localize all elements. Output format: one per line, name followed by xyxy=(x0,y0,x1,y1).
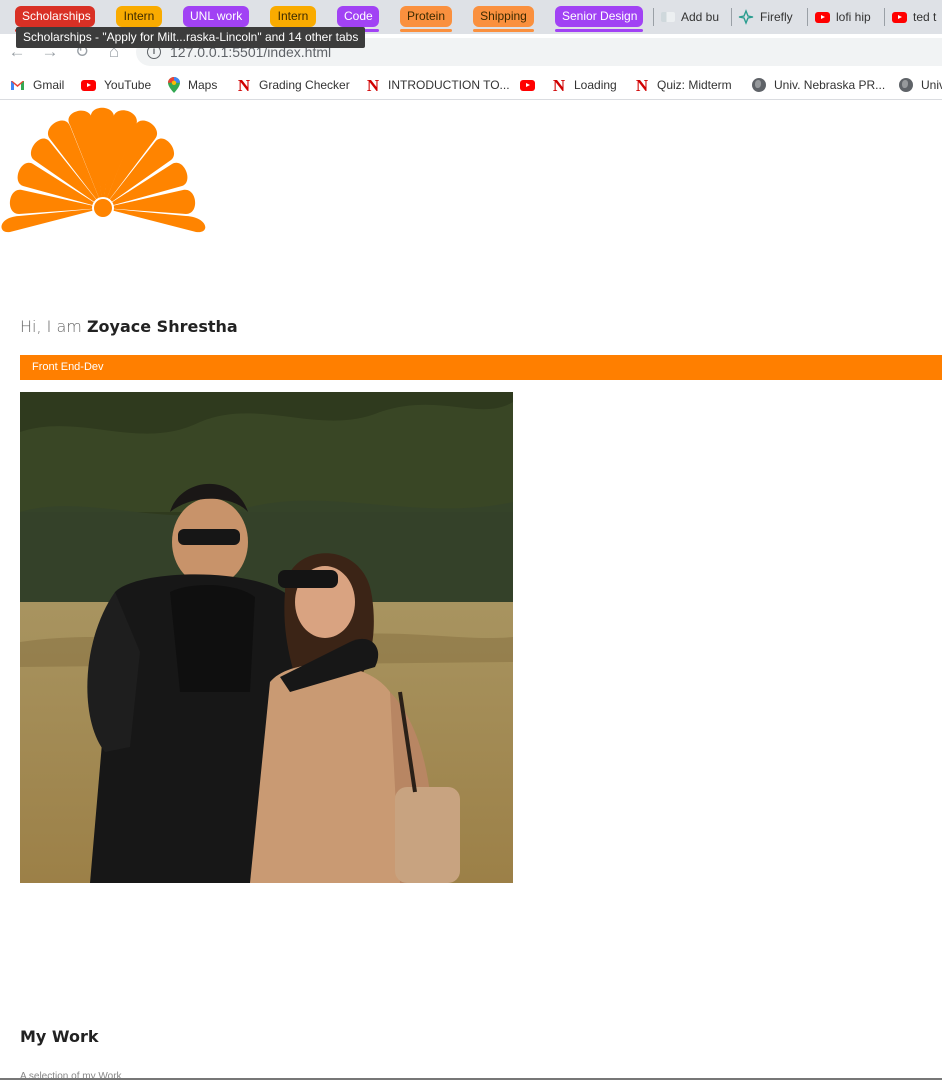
bookmark-introduction[interactable]: N INTRODUCTION TO... xyxy=(366,76,510,94)
tab-separator xyxy=(731,8,732,26)
bookmark-label: Quiz: Midterm xyxy=(657,78,732,92)
tab-separator xyxy=(653,8,654,26)
bookmark-maps[interactable]: Maps xyxy=(168,76,217,94)
doc-icon xyxy=(661,12,675,22)
bookmark-loading[interactable]: N Loading xyxy=(552,76,617,94)
profile-photo xyxy=(20,392,513,883)
tab-title: Firefly xyxy=(760,10,793,24)
hero-name: Zoyace Shrestha xyxy=(86,317,238,336)
tab-group-label: Senior Design xyxy=(562,9,638,23)
sunburst-logo xyxy=(1,107,206,233)
tab-add-bu[interactable]: Add bu xyxy=(661,6,727,28)
tab-title: lofi hip xyxy=(836,10,871,24)
tab-lofi-hip[interactable]: lofi hip xyxy=(815,6,877,28)
nebraska-n-icon: N xyxy=(366,75,380,95)
bookmark-label: INTRODUCTION TO... xyxy=(388,78,510,92)
tab-group-protein[interactable]: Protein xyxy=(400,6,452,32)
tab-group-underline xyxy=(400,29,452,32)
greeting-prefix: Hi, I am xyxy=(20,317,87,336)
tab-group-scholarships[interactable]: Scholarships xyxy=(15,6,95,32)
tab-ted[interactable]: ted t xyxy=(892,6,942,28)
bookmark-univ-nebraska-pr[interactable]: Univ. Nebraska PR... xyxy=(752,76,885,94)
bookmark-univ[interactable]: Univ xyxy=(899,76,942,94)
tab-group-label: Intern xyxy=(123,9,155,23)
tab-group-senior-design[interactable]: Senior Design xyxy=(555,6,643,32)
tab-group-label: Code xyxy=(344,9,373,23)
globe-icon xyxy=(899,78,913,92)
tab-group-label: Protein xyxy=(407,9,446,23)
tab-title: ted t xyxy=(913,10,937,24)
maps-icon xyxy=(168,77,180,93)
tab-group-code[interactable]: Code xyxy=(337,6,379,32)
tab-group-label: Scholarships xyxy=(22,9,91,23)
youtube-icon xyxy=(520,79,535,91)
bookmark-label: Gmail xyxy=(33,78,65,92)
tab-title: Add bu xyxy=(681,10,720,24)
tab-separator xyxy=(807,8,808,26)
bookmark-quiz-midterm[interactable]: N Quiz: Midterm xyxy=(635,76,732,94)
nebraska-n-icon: N xyxy=(552,75,566,95)
tab-group-unl-work[interactable]: UNL work xyxy=(183,6,249,32)
tab-group-tooltip: Scholarships - "Apply for Milt...raska-L… xyxy=(16,27,366,48)
bookmark-grading-checker[interactable]: N Grading Checker xyxy=(237,76,350,94)
youtube-icon xyxy=(815,11,830,23)
firefly-icon xyxy=(738,9,754,25)
bookmark-youtube-2[interactable] xyxy=(520,76,535,94)
my-work-heading: My Work xyxy=(20,1027,99,1046)
globe-icon xyxy=(752,78,766,92)
tab-group-label: Intern xyxy=(277,9,309,23)
youtube-icon xyxy=(892,11,907,23)
tab-group-label: Shipping xyxy=(480,9,527,23)
youtube-icon xyxy=(81,79,96,91)
tab-group-intern[interactable]: Intern xyxy=(116,6,162,32)
bookmark-label: Loading xyxy=(574,78,617,92)
tab-separator xyxy=(884,8,885,26)
gmail-icon xyxy=(11,80,24,90)
bookmark-label: Univ. Nebraska PR... xyxy=(774,78,886,92)
tab-group-shipping[interactable]: Shipping xyxy=(473,6,534,32)
tab-group-underline xyxy=(555,29,643,32)
nebraska-n-icon: N xyxy=(635,75,649,95)
bookmarks-bar: Gmail YouTube Maps N Grading Checker N I… xyxy=(0,70,942,100)
bookmark-gmail[interactable]: Gmail xyxy=(10,76,64,94)
web-page: Hi, I am Zoyace Shrestha Front End-Dev M… xyxy=(0,101,942,1080)
role-banner: Front End-Dev xyxy=(20,355,942,380)
bookmark-label: Grading Checker xyxy=(259,78,350,92)
tab-firefly[interactable]: Firefly xyxy=(738,6,802,28)
hero-greeting: Hi, I am Zoyace Shrestha xyxy=(20,317,238,336)
tab-group-intern-2[interactable]: Intern xyxy=(270,6,316,32)
bookmark-label: YouTube xyxy=(104,78,152,92)
tab-group-label: UNL work xyxy=(190,9,243,23)
bookmark-youtube[interactable]: YouTube xyxy=(81,76,151,94)
bookmark-label: Maps xyxy=(188,78,218,92)
role-text: Front End-Dev xyxy=(32,361,104,373)
bookmark-label: Univ xyxy=(921,78,942,92)
tab-group-underline xyxy=(473,29,534,32)
nebraska-n-icon: N xyxy=(237,75,251,95)
